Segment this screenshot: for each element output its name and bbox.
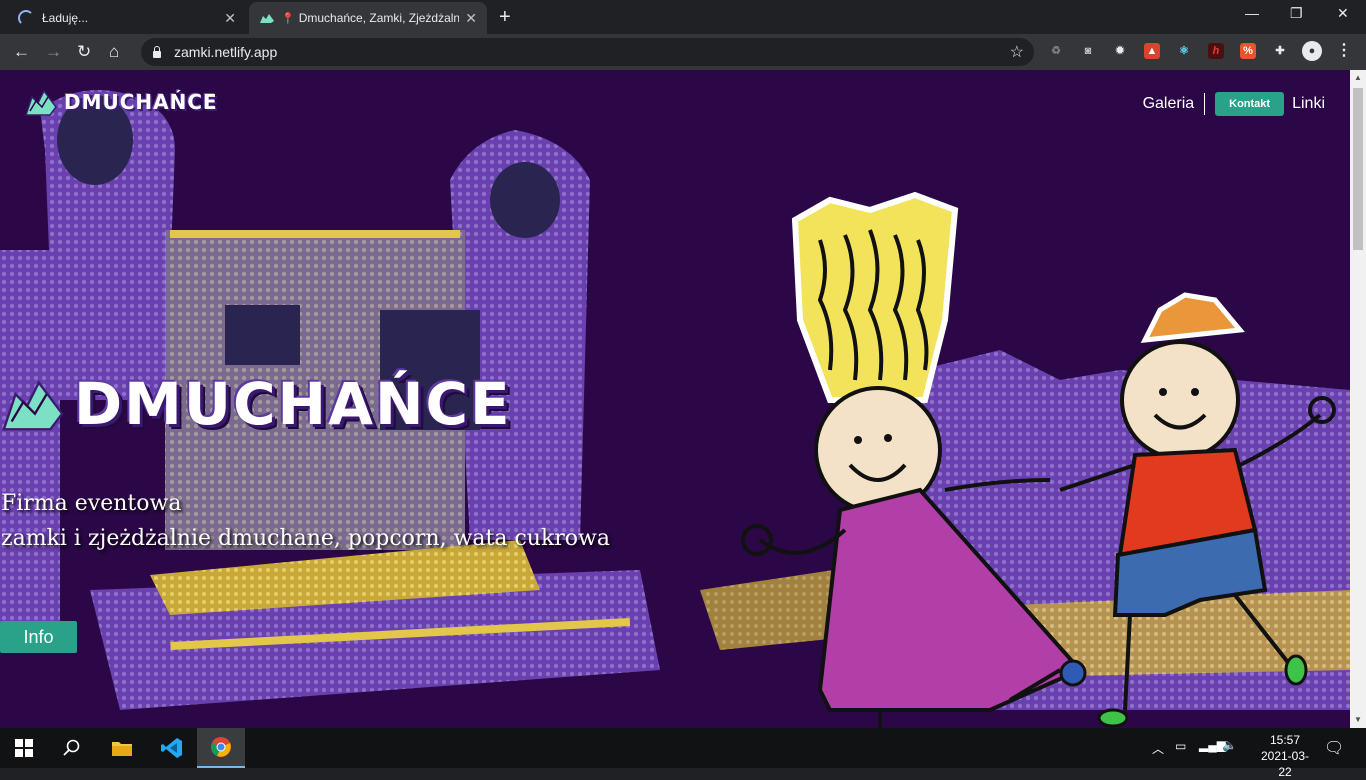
site-header: DMUCHAŃCE Galeria Kontakt Linki (0, 70, 1350, 136)
tab-loading[interactable]: Ładuję... ✕ (8, 2, 246, 34)
hero-subtitle-line1: Firma eventowa (1, 491, 182, 516)
profile-avatar-icon[interactable]: ● (1302, 41, 1322, 61)
nav-divider (1204, 93, 1206, 115)
scrollbar-thumb[interactable] (1353, 88, 1363, 250)
reload-icon[interactable]: ↻ (77, 42, 91, 62)
lock-icon[interactable] (153, 45, 161, 58)
contact-button[interactable]: Kontakt (1215, 92, 1285, 116)
volume-icon[interactable]: 🔈 (1222, 738, 1237, 752)
logo-wordmark: DMUCHAŃCE (64, 90, 218, 114)
taskbar-clock[interactable]: 15:57 2021-03-22 (1256, 732, 1314, 780)
site-nav: Galeria Kontakt Linki (1143, 92, 1325, 116)
camera-extension-icon[interactable]: ◙ (1080, 43, 1096, 59)
h-extension-icon[interactable]: h (1208, 43, 1224, 59)
menu-dots-icon[interactable]: ⋮ (1336, 43, 1352, 59)
nav-link-links[interactable]: Linki (1292, 95, 1325, 113)
file-explorer-icon[interactable] (98, 728, 146, 768)
hero-subtitle-line2: zamki i zjeżdżalnie dmuchane, popcorn, w… (1, 526, 610, 551)
react-devtools-icon[interactable]: ⚛ (1176, 43, 1192, 59)
scroll-up-icon[interactable]: ▲ (1354, 73, 1362, 82)
lighthouse-extension-icon[interactable]: ▲ (1144, 43, 1160, 59)
search-icon[interactable] (48, 728, 96, 768)
bouncy-castle-logo-icon (2, 380, 64, 431)
site-logo[interactable]: DMUCHAŃCE (24, 87, 218, 117)
scroll-down-icon[interactable]: ▼ (1354, 715, 1362, 724)
bouncy-castle-logo-icon (24, 89, 57, 116)
vscode-icon[interactable] (148, 728, 196, 768)
pin-icon: 📍 (281, 12, 295, 25)
tab-active[interactable]: 📍 Dmuchańce, Zamki, Zjeżdżalnie ✕ (249, 2, 487, 34)
tab-title: Ładuję... (42, 11, 89, 25)
address-bar[interactable]: zamki.netlify.app ☆ (141, 38, 1034, 66)
tab-strip: Ładuję... ✕ 📍 Dmuchańce, Zamki, Zjeżdżal… (0, 0, 1366, 34)
back-icon[interactable]: ← (13, 42, 30, 62)
recycle-extension-icon[interactable]: ♻ (1048, 43, 1064, 59)
battery-icon[interactable]: ▭ (1175, 739, 1186, 753)
hero-title: DMUCHAŃCE (74, 370, 512, 438)
nav-link-gallery[interactable]: Galeria (1143, 95, 1195, 113)
tray-chevron-icon[interactable]: ︿ (1152, 740, 1164, 757)
clock-time: 15:57 (1269, 733, 1301, 747)
info-button[interactable]: Info (0, 621, 77, 653)
loading-spinner-icon (18, 10, 34, 26)
home-icon[interactable]: ⌂ (109, 42, 119, 62)
hero-logo: DMUCHAŃCE (0, 370, 512, 438)
hero-subtitle: Firma eventowa zamki i zjeżdżalnie dmuch… (1, 486, 611, 556)
translate-extension-icon[interactable]: % (1240, 43, 1256, 59)
clock-date: 2021-03-22 (1260, 749, 1310, 779)
extensions-puzzle-icon[interactable]: ✚ (1272, 43, 1288, 59)
tab-close-icon[interactable]: ✕ (465, 10, 477, 27)
browser-toolbar: ← → ↻ ⌂ zamki.netlify.app ☆ ♻ ◙ ✹ ▲ ⚛ h … (0, 34, 1366, 70)
window-close-icon[interactable]: ✕ (1337, 5, 1349, 22)
page-viewport: DMUCHAŃCE Galeria Kontakt Linki DMUCHAŃC… (0, 70, 1350, 728)
gear-extension-icon[interactable]: ✹ (1112, 43, 1128, 59)
bookmark-star-icon[interactable]: ☆ (1010, 42, 1024, 62)
chrome-taskbar-icon[interactable] (197, 728, 245, 768)
new-tab-icon[interactable]: + (499, 7, 511, 27)
windows-taskbar: ︿ ▭ ▂▄▆ 🔈 15:57 2021-03-22 🗨 (0, 728, 1366, 779)
page-scrollbar[interactable]: ▲ ▼ (1350, 70, 1366, 728)
forward-icon[interactable]: → (45, 42, 62, 62)
tab-close-icon[interactable]: ✕ (224, 10, 236, 27)
address-url: zamki.netlify.app (174, 44, 278, 60)
bouncy-castle-favicon-icon (260, 14, 274, 23)
restore-icon[interactable]: ❐ (1290, 5, 1303, 22)
minimize-icon[interactable]: — (1245, 5, 1259, 21)
windows-start-icon[interactable] (0, 728, 48, 768)
notifications-icon[interactable]: 🗨 (1324, 738, 1344, 758)
tab-title: Dmuchańce, Zamki, Zjeżdżalnie (298, 11, 460, 25)
